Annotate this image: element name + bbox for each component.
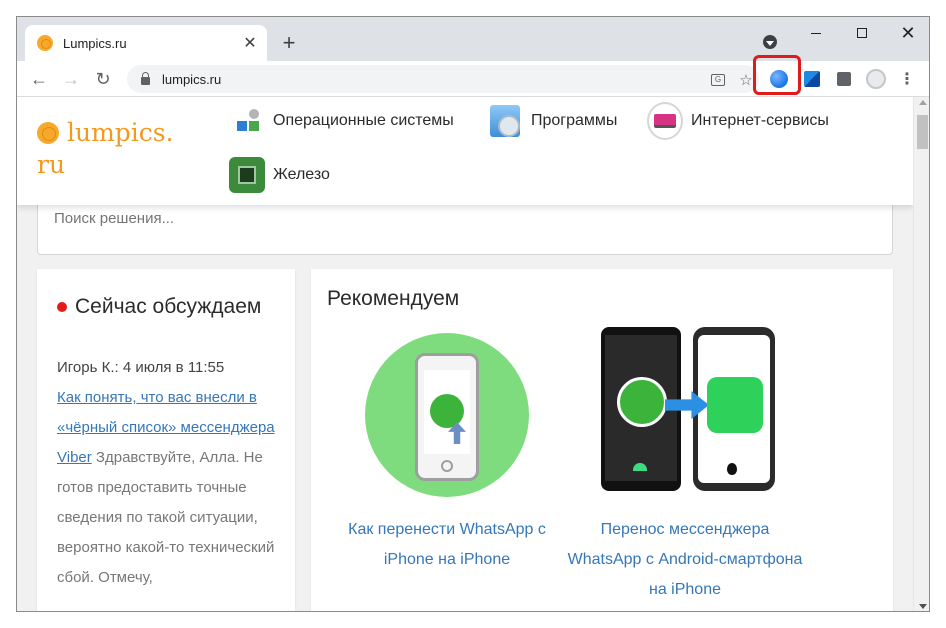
android-logo-icon — [633, 463, 647, 471]
forward-button[interactable]: → — [57, 65, 85, 93]
menu-item-label: Операционные системы — [273, 112, 454, 129]
recommend-card[interactable]: Как перенести WhatsApp с iPhone на iPhon… — [327, 325, 567, 575]
comment-meta: Игорь К.: 4 июля в 11:55 — [57, 359, 225, 376]
maximize-button[interactable] — [839, 17, 885, 49]
laptop-web-icon — [647, 102, 683, 140]
profile-avatar-icon[interactable] — [866, 69, 886, 89]
card-title-link[interactable]: Как перенести WhatsApp с iPhone на iPhon… — [327, 515, 567, 575]
tab-title: Lumpics.ru — [63, 35, 127, 51]
browser-window: Lumpics.ru ✕ + ✕ ← → ↻ lumpics.ru G ☆ ⋮ … — [16, 16, 930, 612]
discussion-title: Сейчас обсуждаем — [57, 295, 261, 319]
menu-item-label: Программы — [531, 112, 618, 129]
extensions-puzzle-icon[interactable] — [834, 69, 854, 89]
page-scrollbar[interactable] — [913, 97, 929, 611]
address-bar[interactable]: lumpics.ru G ☆ — [127, 65, 759, 93]
tab-search-icon[interactable] — [763, 35, 777, 49]
apple-logo-icon — [727, 463, 737, 475]
live-dot-icon — [57, 302, 67, 312]
menu-item-internet-services[interactable]: Интернет-сервисы — [647, 102, 829, 140]
search-placeholder: Поиск решения... — [54, 210, 175, 227]
home-button-icon — [441, 460, 453, 472]
site-logo[interactable]: lumpics. ru — [37, 117, 174, 181]
motherboard-icon — [229, 157, 265, 193]
lock-icon[interactable] — [141, 72, 150, 85]
translate-icon[interactable]: G — [709, 71, 727, 89]
card-title-link[interactable]: Перенос мессенджера WhatsApp с Android-с… — [565, 515, 805, 605]
card-thumbnail[interactable] — [327, 325, 567, 501]
menu-item-label: Интернет-сервисы — [691, 112, 829, 129]
blue-extension-icon[interactable] — [802, 69, 822, 89]
whatsapp-icon — [430, 394, 464, 428]
tab-lumpics[interactable]: Lumpics.ru ✕ — [25, 25, 267, 61]
scroll-down-icon[interactable] — [919, 604, 927, 609]
windows-os-icon — [229, 103, 265, 139]
recommend-widget: Рекомендуем Как перенести WhatsApp с iPh… — [311, 269, 893, 611]
extension-highlight-frame — [753, 55, 801, 95]
maximize-icon — [857, 28, 867, 38]
url-text[interactable]: lumpics.ru — [162, 72, 221, 87]
site-header: lumpics. ru Операционные системы Програм… — [17, 97, 913, 205]
minimize-icon — [811, 32, 821, 34]
minimize-button[interactable] — [793, 17, 839, 49]
whatsapp-icon — [707, 377, 763, 433]
comment-text: Здравствуйте, Алла. Не готов предоставит… — [57, 449, 275, 586]
scroll-thumb[interactable] — [917, 115, 928, 149]
menu-item-label: Железо — [273, 166, 330, 183]
new-tab-button[interactable]: + — [275, 29, 303, 57]
back-button[interactable]: ← — [25, 65, 53, 93]
whatsapp-icon — [617, 377, 667, 427]
reload-button[interactable]: ↻ — [89, 65, 117, 93]
logo-orange-icon — [37, 122, 59, 144]
discussion-widget: Сейчас обсуждаем Игорь К.: 4 июля в 11:5… — [37, 269, 295, 611]
discussion-body: Игорь К.: 4 июля в 11:55 Как понять, что… — [57, 353, 277, 593]
menu-item-programs[interactable]: Программы — [487, 103, 617, 139]
page-viewport: lumpics. ru Операционные системы Програм… — [17, 97, 913, 611]
recommend-card[interactable]: Перенос мессенджера WhatsApp с Android-с… — [565, 325, 805, 605]
software-disc-icon — [487, 103, 523, 139]
close-window-button[interactable]: ✕ — [885, 17, 929, 49]
scroll-up-icon[interactable] — [919, 100, 927, 105]
card-thumbnail[interactable] — [565, 325, 805, 501]
browser-menu-icon[interactable]: ⋮ — [897, 69, 917, 89]
menu-item-os[interactable]: Операционные системы — [229, 103, 454, 139]
iphone-illustration — [415, 353, 479, 481]
tab-close-icon[interactable]: ✕ — [239, 32, 261, 54]
menu-item-hardware[interactable]: Железо — [229, 157, 330, 193]
site-favicon-icon — [37, 35, 53, 51]
recommend-title: Рекомендуем — [327, 287, 460, 310]
